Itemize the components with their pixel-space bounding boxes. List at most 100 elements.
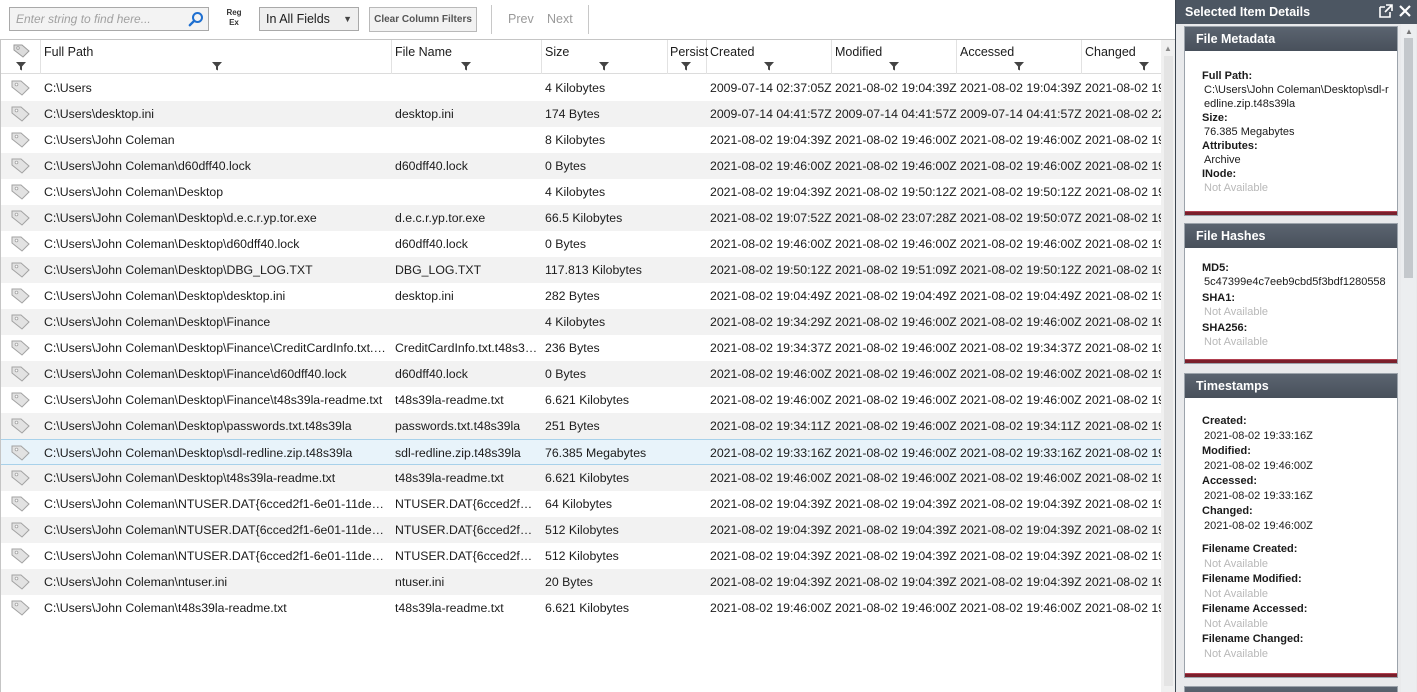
cell-created: 2021-08-02 19:46:00Z bbox=[710, 237, 832, 251]
hash-fields: MD5: 5c47399e4c7eeb9cbd5f3bdf1280558 SHA… bbox=[1202, 261, 1392, 349]
filter-icon[interactable] bbox=[15, 60, 27, 72]
cell-name: ntuser.ini bbox=[395, 575, 445, 589]
filter-icon[interactable] bbox=[1138, 60, 1150, 72]
sha256-value: Not Available bbox=[1204, 336, 1269, 348]
filter-icon[interactable] bbox=[888, 60, 900, 72]
clear-column-filters-button[interactable]: Clear Column Filters bbox=[369, 7, 477, 32]
table-row[interactable]: C:\Users\John Coleman\NTUSER.DAT{6cced2f… bbox=[1, 543, 1161, 569]
table-row[interactable]: C:\Users\John Coleman\Desktop\Finance\t4… bbox=[1, 387, 1161, 413]
filter-icon[interactable] bbox=[1013, 60, 1025, 72]
header-file-name[interactable]: File Name bbox=[392, 40, 542, 74]
cell-changed: 2021-08-02 19:04:39Z bbox=[1085, 575, 1161, 589]
cell-created: 2021-08-02 19:07:52Z bbox=[710, 211, 832, 225]
filter-icon[interactable] bbox=[211, 60, 223, 72]
scroll-up-icon[interactable]: ▲ bbox=[1164, 44, 1172, 53]
grid-scrollbar[interactable]: ▲ bbox=[1161, 40, 1175, 692]
tag-icon[interactable] bbox=[11, 105, 31, 123]
sha1-value: Not Available bbox=[1204, 306, 1269, 318]
table-row[interactable]: C:\Users\John Coleman\Desktop\t48s39la-r… bbox=[1, 465, 1161, 491]
tag-icon[interactable] bbox=[11, 339, 31, 357]
search-input[interactable] bbox=[10, 8, 180, 30]
cell-size: 0 Bytes bbox=[545, 159, 587, 173]
tag-icon[interactable] bbox=[11, 547, 31, 565]
cell-modified: 2021-08-02 19:04:49Z bbox=[835, 289, 957, 303]
tag-icon[interactable] bbox=[11, 183, 31, 201]
table-row[interactable]: C:\Users\John Coleman\NTUSER.DAT{6cced2f… bbox=[1, 491, 1161, 517]
table-row[interactable]: C:\Users\John Coleman\Desktop\Finance\d6… bbox=[1, 361, 1161, 387]
header-created[interactable]: Created bbox=[707, 40, 832, 74]
table-row[interactable]: C:\Users\John Coleman\Desktop\Finance 4 K… bbox=[1, 309, 1161, 335]
table-row[interactable]: C:\Users 4 Kilobytes 2009-07-14 02:37:05Z 2… bbox=[1, 75, 1161, 101]
table-row[interactable]: C:\Users\John Coleman\Desktop\sdl-redlin… bbox=[1, 439, 1161, 465]
header-persist[interactable]: Persist bbox=[668, 40, 708, 74]
tag-icon[interactable] bbox=[11, 469, 31, 487]
search-icon[interactable] bbox=[186, 10, 206, 28]
filename-modified-value: Not Available bbox=[1204, 588, 1269, 600]
table-row[interactable]: C:\Users\John Coleman 8 Kilobytes 2021-08-… bbox=[1, 127, 1161, 153]
tag-icon[interactable] bbox=[11, 573, 31, 591]
cell-name: d.e.c.r.yp.tor.exe bbox=[395, 211, 486, 225]
cell-path: C:\Users\John Coleman\d60dff40.lock bbox=[44, 159, 251, 173]
table-row[interactable]: C:\Users\John Coleman\Desktop\DBG_LOG.TX… bbox=[1, 257, 1161, 283]
tag-icon[interactable] bbox=[11, 287, 31, 305]
scrollbar-thumb[interactable] bbox=[1164, 56, 1173, 686]
prev-button[interactable]: Prev bbox=[508, 12, 534, 26]
section-heading bbox=[1185, 687, 1397, 692]
cell-name: NTUSER.DAT{6cced2f1-6e01-11de-8bef-001e0… bbox=[395, 523, 538, 537]
changed-label: Changed: bbox=[1202, 505, 1253, 517]
filter-icon[interactable] bbox=[763, 60, 775, 72]
tag-icon[interactable] bbox=[11, 495, 31, 513]
tag-icon[interactable] bbox=[11, 209, 31, 227]
tag-icon[interactable] bbox=[11, 599, 31, 617]
panel-scrollbar[interactable]: ▲ bbox=[1401, 24, 1416, 692]
table-row[interactable]: C:\Users\John Coleman\NTUSER.DAT{6cced2f… bbox=[1, 517, 1161, 543]
tag-icon[interactable] bbox=[11, 391, 31, 409]
cell-path: C:\Users\John Coleman\Desktop\Finance bbox=[44, 315, 271, 329]
cell-changed: 2021-08-02 19:46:00Z bbox=[1085, 601, 1161, 615]
cell-accessed: 2021-08-02 19:33:16Z bbox=[960, 446, 1082, 460]
table-row[interactable]: C:\Users\John Coleman\Desktop\d60dff40.l… bbox=[1, 231, 1161, 257]
scroll-up-icon[interactable]: ▲ bbox=[1405, 27, 1413, 36]
cell-changed: 2021-08-02 19:46:00Z bbox=[1085, 341, 1161, 355]
header-tag[interactable] bbox=[1, 40, 41, 74]
attributes-value: Archive bbox=[1204, 154, 1241, 166]
header-changed[interactable]: Changed bbox=[1082, 40, 1161, 74]
header-size[interactable]: Size bbox=[542, 40, 668, 74]
table-row[interactable]: C:\Users\John Coleman\ntuser.ini ntuser.i… bbox=[1, 569, 1161, 595]
next-button[interactable]: Next bbox=[547, 12, 573, 26]
filter-icon[interactable] bbox=[598, 60, 610, 72]
popout-icon[interactable] bbox=[1379, 4, 1393, 18]
filter-icon[interactable] bbox=[680, 60, 692, 72]
cell-path: C:\Users\John Coleman\NTUSER.DAT{6cced2f… bbox=[44, 523, 388, 537]
tag-icon[interactable] bbox=[11, 235, 31, 253]
table-row[interactable]: C:\Users\John Coleman\Desktop\Finance\Cr… bbox=[1, 335, 1161, 361]
tag-icon[interactable] bbox=[11, 521, 31, 539]
cell-accessed: 2021-08-02 19:46:00Z bbox=[960, 159, 1082, 173]
tag-icon[interactable] bbox=[11, 313, 31, 331]
search-field-select[interactable]: In All Fields ▼ bbox=[259, 7, 359, 31]
header-full-path[interactable]: Full Path bbox=[41, 40, 392, 74]
table-row[interactable]: C:\Users\John Coleman\Desktop\desktop.in… bbox=[1, 283, 1161, 309]
tag-icon[interactable] bbox=[11, 365, 31, 383]
tag-icon[interactable] bbox=[11, 131, 31, 149]
header-modified[interactable]: Modified bbox=[832, 40, 957, 74]
tag-icon[interactable] bbox=[11, 261, 31, 279]
table-row[interactable]: C:\Users\desktop.ini desktop.ini 174 Bytes… bbox=[1, 101, 1161, 127]
tag-icon[interactable] bbox=[11, 79, 31, 97]
header-accessed[interactable]: Accessed bbox=[957, 40, 1082, 74]
cell-created: 2021-08-02 19:04:39Z bbox=[710, 549, 832, 563]
table-row[interactable]: C:\Users\John Coleman\Desktop\d.e.c.r.yp… bbox=[1, 205, 1161, 231]
table-row[interactable]: C:\Users\John Coleman\Desktop 4 Kilobytes… bbox=[1, 179, 1161, 205]
cell-size: 512 Kilobytes bbox=[545, 523, 619, 537]
table-row[interactable]: C:\Users\John Coleman\t48s39la-readme.tx… bbox=[1, 595, 1161, 621]
table-row[interactable]: C:\Users\John Coleman\d60dff40.lock d60df… bbox=[1, 153, 1161, 179]
cell-size: 76.385 Megabytes bbox=[545, 446, 647, 460]
tag-icon[interactable] bbox=[11, 417, 31, 435]
tag-icon[interactable] bbox=[11, 157, 31, 175]
table-row[interactable]: C:\Users\John Coleman\Desktop\passwords.… bbox=[1, 413, 1161, 439]
filter-icon[interactable] bbox=[460, 60, 472, 72]
close-icon[interactable] bbox=[1398, 4, 1412, 18]
regex-toggle-button[interactable]: Reg Ex bbox=[218, 8, 250, 32]
tag-icon[interactable] bbox=[11, 444, 31, 462]
scrollbar-thumb[interactable] bbox=[1404, 38, 1413, 278]
